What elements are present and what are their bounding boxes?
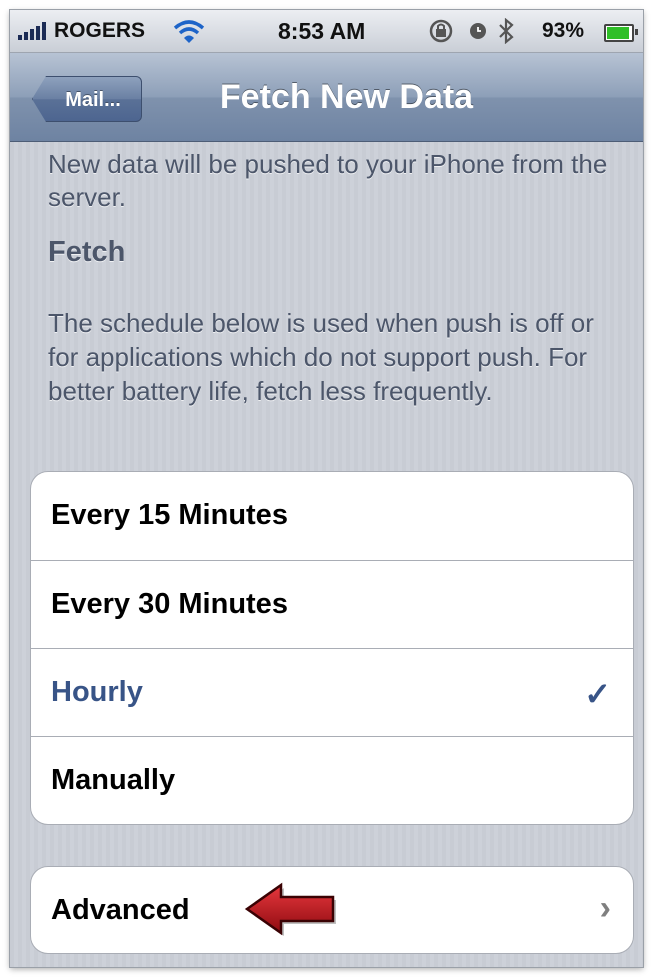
option-label: Every 15 Minutes [51,499,288,531]
status-bar: ROGERS 8:53 AM 93% [10,10,643,53]
push-description: New data will be pushed to your iPhone f… [48,149,608,212]
phone-screen: ROGERS 8:53 AM 93% Mail... Fetch New Dat… [10,10,643,967]
option-label: Every 30 Minutes [51,588,288,620]
option-label: Manually [51,764,176,796]
option-label: Hourly [51,676,143,708]
fetch-section-heading: Fetch [48,236,126,268]
checkmark-icon: ✓ [584,676,611,712]
chevron-right-icon: › [599,889,611,927]
fetch-option-hourly[interactable]: Hourly ✓ [31,648,633,736]
fetch-option-manually[interactable]: Manually [31,736,633,824]
fetch-option-every-15-minutes[interactable]: Every 15 Minutes [31,472,633,560]
battery-fill [607,27,630,39]
navigation-bar: Mail... Fetch New Data [10,53,643,142]
fetch-description: The schedule below is used when push is … [48,308,594,406]
battery-icon [604,24,638,42]
lock-rotation-icon [429,19,453,43]
status-icons [428,17,538,45]
battery-percent: 93% [542,19,585,42]
advanced-group: Advanced › [30,866,634,954]
clock-time: 8:53 AM [278,18,366,44]
alarm-icon [470,23,486,39]
carrier-name: ROGERS [54,19,146,42]
page-title: Fetch New Data [219,78,474,116]
fetch-options-list: Every 15 Minutes Every 30 Minutes Hourly… [30,471,634,825]
bluetooth-icon [499,17,514,45]
advanced-label: Advanced [51,894,190,926]
wifi-icon [172,18,206,50]
signal-bars-icon [18,22,54,40]
red-arrow-annotation-icon [243,879,339,942]
fetch-option-every-30-minutes[interactable]: Every 30 Minutes [31,560,633,648]
advanced-row[interactable]: Advanced › [31,867,633,953]
